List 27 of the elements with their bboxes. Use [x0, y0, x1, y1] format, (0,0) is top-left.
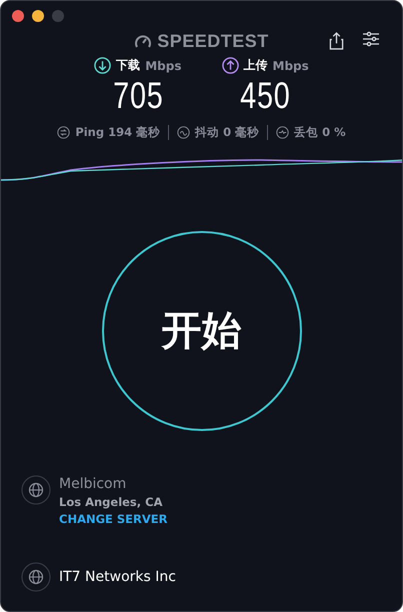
server-location: Los Angeles, CA: [59, 495, 164, 509]
unit-label: Mbps: [272, 58, 309, 72]
start-button[interactable]: 开始: [102, 230, 302, 430]
globe-icon: [21, 562, 51, 592]
gauge-icon: [134, 33, 152, 49]
speed-value: 705: [112, 74, 164, 118]
speed-label: 上传: [244, 57, 268, 74]
pulse-icon: [276, 126, 290, 138]
stat-text: 抖动 0 毫秒: [195, 124, 260, 140]
share-icon[interactable]: [329, 31, 344, 50]
minimize-button[interactable]: [32, 10, 44, 22]
close-button[interactable]: [12, 10, 24, 22]
stat-text: 丢包 0 %: [294, 124, 346, 140]
server-name: Melbicom: [59, 476, 128, 492]
ping-icon: [57, 126, 70, 138]
wave-icon: [177, 126, 190, 138]
settings-icon[interactable]: [362, 31, 380, 47]
speed-label: 下载: [116, 57, 140, 74]
globe-icon: [21, 475, 51, 505]
unit-label: Mbps: [145, 58, 182, 72]
download-icon: [94, 57, 112, 74]
isp-name: IT7 Networks Inc: [59, 569, 176, 585]
stat-text: Ping 194 毫秒: [75, 124, 160, 140]
change-server-link[interactable]: CHANGE SERVER: [59, 512, 168, 526]
speed-value: 450: [240, 74, 290, 118]
speedtest-logo: SPEEDTEST: [157, 30, 269, 52]
upload-icon: [222, 57, 238, 74]
